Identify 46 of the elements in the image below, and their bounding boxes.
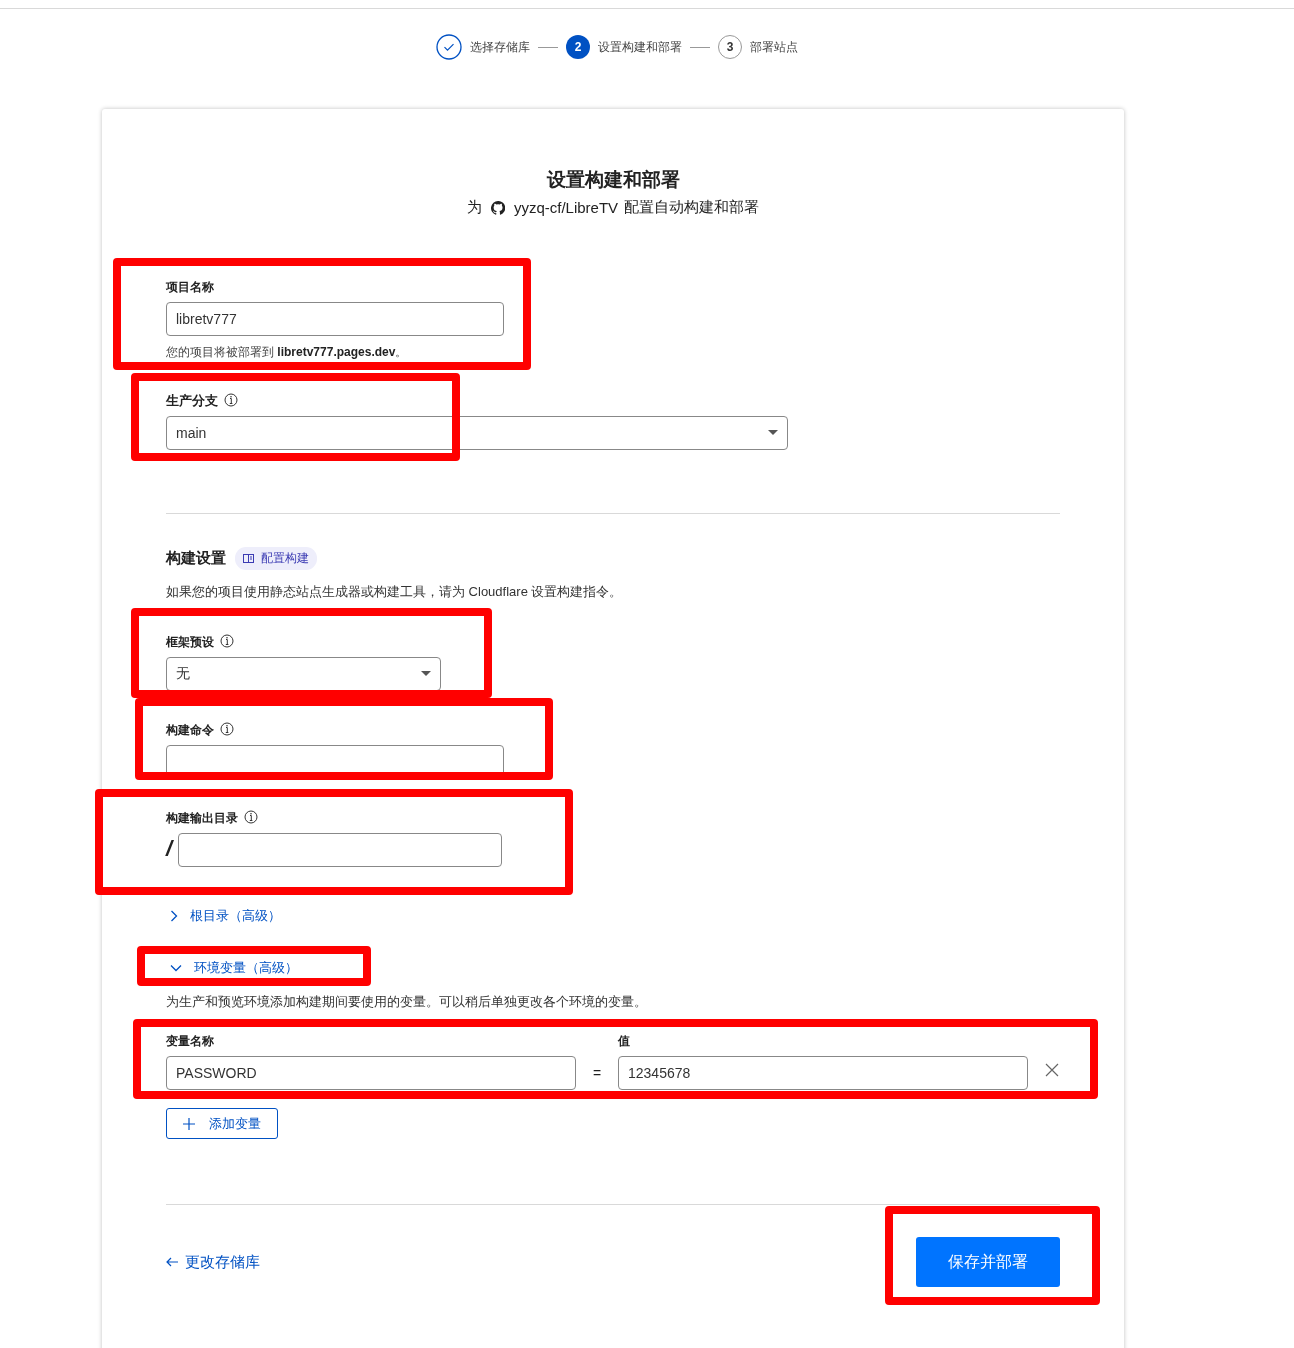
input-field[interactable] <box>178 833 503 867</box>
field-label: 构建命令 <box>166 722 234 739</box>
variable-value-field[interactable]: 12345678 <box>618 1056 1028 1090</box>
info-icon <box>224 393 238 407</box>
info-icon <box>220 722 234 736</box>
step-label: 设置构建和部署 <box>598 38 682 56</box>
equals-sign: = <box>591 1065 603 1081</box>
field-label: 构建输出目录 <box>166 810 258 827</box>
field-label: 项目名称 <box>166 279 214 296</box>
expander-toggle[interactable]: 根目录（高级） <box>166 907 281 925</box>
framework-select[interactable]: 无 <box>166 657 441 691</box>
section-title: 构建设置 <box>166 549 226 568</box>
plus-icon <box>183 1117 195 1130</box>
repository-name: yyzq-cf/LibreTV <box>513 199 619 216</box>
description-text: 如果您的项目使用静态站点生成器或构建工具，请为 Cloudflare 设置构建指令。 <box>166 583 624 601</box>
caret-icon <box>768 430 778 436</box>
field-label: 生产分支 <box>166 392 238 410</box>
caret-icon <box>421 671 431 677</box>
octocat-icon <box>490 200 505 215</box>
close-icon[interactable] <box>1045 1063 1059 1077</box>
page-title: 设置构建和部署 <box>545 168 681 192</box>
chevron-down-icon <box>170 964 182 972</box>
chevron-right-icon <box>170 910 178 922</box>
book-icon <box>243 554 254 563</box>
docs-badge[interactable]: 配置构建 <box>235 547 317 570</box>
field-label: 框架预设 <box>166 634 234 651</box>
step-number: 2 <box>566 35 590 59</box>
step-label: 部署站点 <box>750 38 798 56</box>
back-link[interactable]: 更改存储库 <box>166 1252 260 1272</box>
description-text: 为生产和预览环境添加构建期间要使用的变量。可以稍后单独更改各个环境的变量。 <box>166 993 648 1011</box>
project-name-field[interactable]: libretv777 <box>166 302 504 336</box>
expander-toggle[interactable]: 环境变量（高级） <box>166 959 298 977</box>
step-label: 选择存储库 <box>470 38 530 56</box>
info-icon <box>244 810 258 824</box>
add-variable-button[interactable]: 添加变量 <box>166 1108 278 1139</box>
subtitle-text: 配置自动构建和部署 <box>624 198 760 217</box>
hint-text: 您的项目将被部署到 libretv777.pages.dev。 <box>166 344 409 361</box>
column-label: 变量名称 <box>166 1033 215 1050</box>
subtitle-text: 为 <box>466 198 482 217</box>
info-icon <box>220 634 234 648</box>
arrow-left-icon <box>166 1257 179 1267</box>
path-prefix: / <box>166 836 173 862</box>
branch-select[interactable]: main <box>166 416 788 450</box>
variable-name-field[interactable]: PASSWORD <box>166 1056 576 1090</box>
save-deploy-button[interactable]: 保存并部署 <box>916 1237 1060 1287</box>
column-label: 值 <box>618 1033 630 1050</box>
